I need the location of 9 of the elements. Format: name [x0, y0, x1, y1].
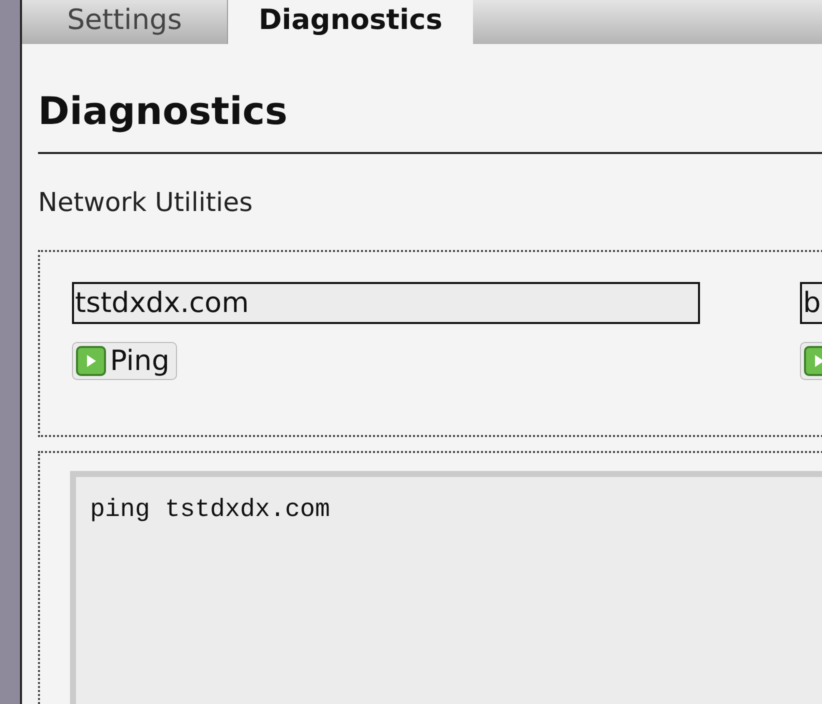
run-button[interactable]: Ping — [72, 342, 177, 380]
page-heading: Diagnostics — [38, 92, 288, 130]
host-field[interactable]: tstdxdx.com — [72, 282, 700, 324]
tab[interactable]: Diagnostics — [228, 0, 473, 44]
output-text: ping tstdxdx.com — [90, 497, 330, 522]
section-title: Network Utilities — [38, 190, 253, 216]
play-icon — [76, 346, 106, 376]
tab[interactable]: Settings — [22, 0, 228, 44]
host-field[interactable]: b — [800, 282, 822, 324]
